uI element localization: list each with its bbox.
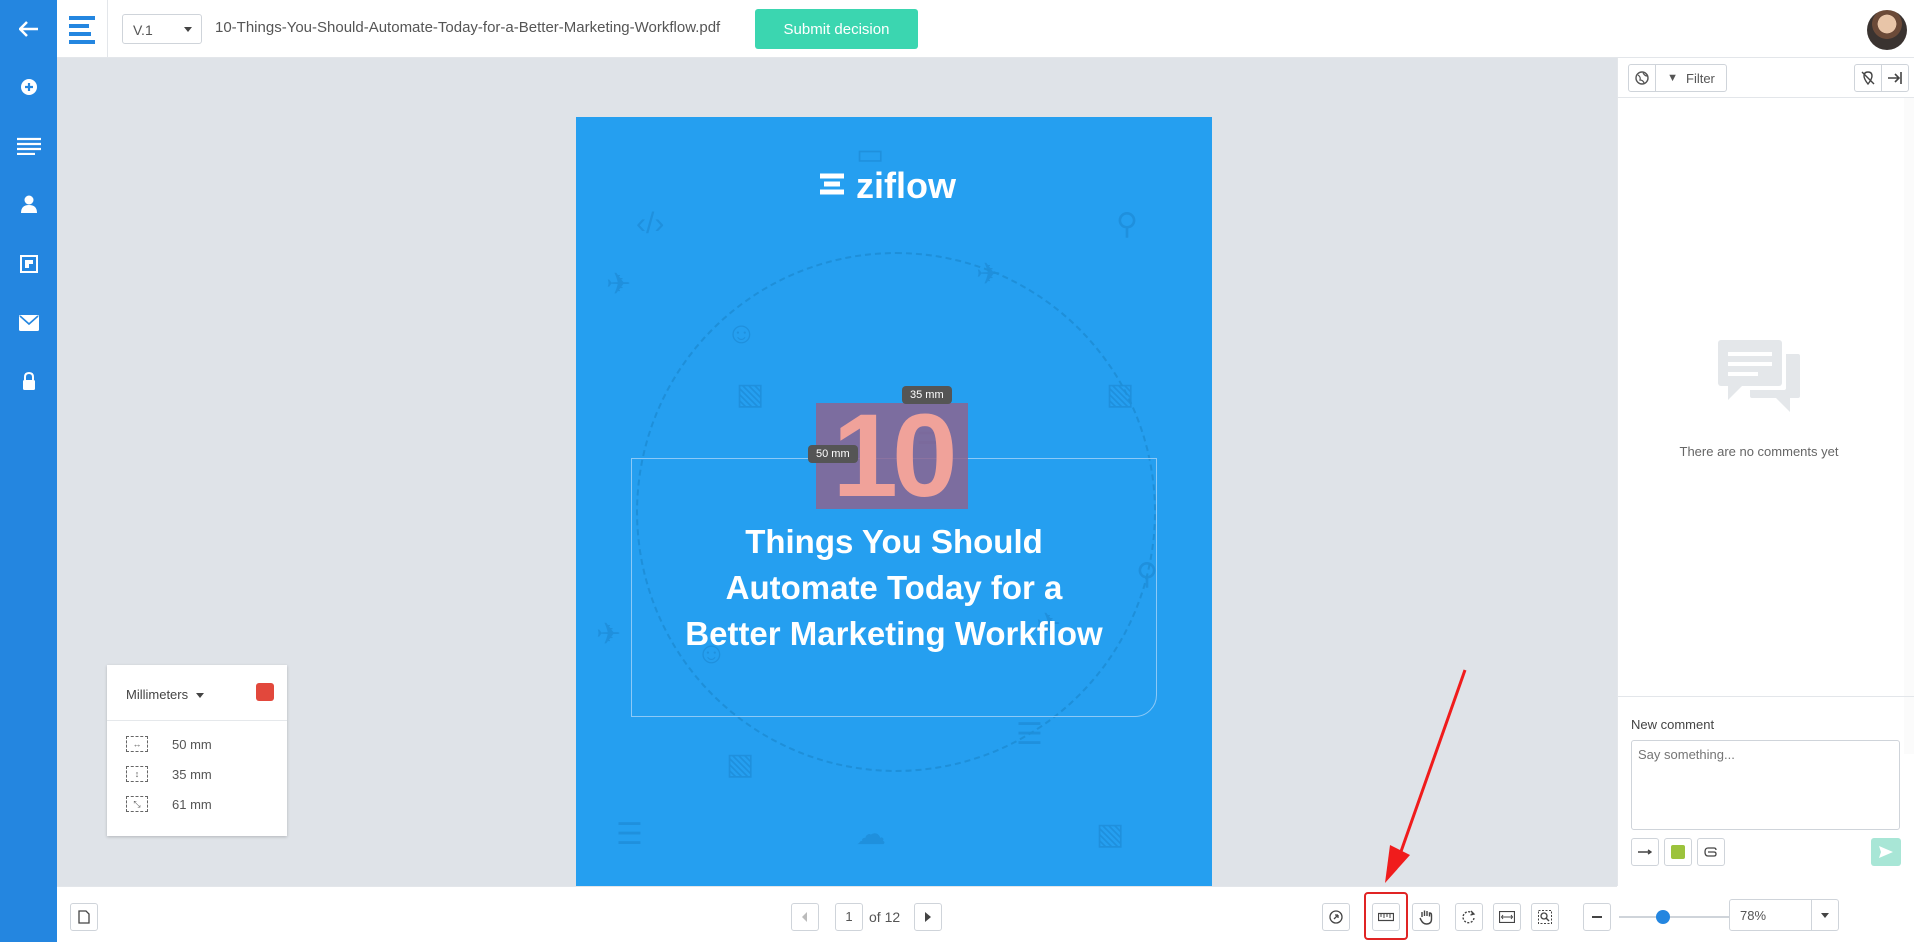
- send-icon: [1879, 846, 1893, 858]
- arrow-tool-button[interactable]: [1631, 838, 1659, 866]
- empty-comments-text: There are no comments yet: [1679, 444, 1839, 459]
- measure-height-value: 35 mm: [172, 766, 212, 782]
- brand-name: ziflow: [856, 165, 956, 206]
- new-comment-section: New comment: [1618, 696, 1914, 835]
- minus-icon: [1592, 916, 1602, 918]
- measure-row-height: ↕ 35 mm: [107, 759, 287, 789]
- mail-icon[interactable]: [0, 303, 57, 343]
- measure-width-tag: 50 mm: [808, 445, 858, 463]
- attach-button[interactable]: [1697, 838, 1725, 866]
- submit-decision-button[interactable]: Submit decision: [755, 9, 918, 49]
- left-nav-rail: [0, 0, 57, 942]
- measure-width-value: 50 mm: [172, 736, 212, 752]
- new-comment-label: New comment: [1631, 717, 1715, 732]
- ziflow-logo-icon: [69, 16, 95, 44]
- width-measure-icon: ↔: [126, 736, 148, 752]
- measure-row-diagonal: ⤡ 61 mm: [107, 789, 287, 819]
- chevron-down-icon: [196, 693, 205, 699]
- document-icon: [78, 910, 90, 924]
- measure-tool-button[interactable]: [1372, 903, 1400, 931]
- globe-button[interactable]: [1628, 64, 1656, 92]
- add-icon[interactable]: [0, 67, 57, 107]
- measure-height-tag: 35 mm: [902, 386, 952, 404]
- color-swatch: [1671, 845, 1685, 859]
- zoom-area-button[interactable]: [1531, 903, 1559, 931]
- measurement-panel: Millimeters ↔ 50 mm ↕ 35 mm ⤡ 61 mm: [107, 665, 287, 836]
- paperclip-icon: [1704, 847, 1717, 857]
- chevron-down-icon: [1821, 913, 1829, 918]
- hide-pins-button[interactable]: [1854, 64, 1882, 92]
- document-page[interactable]: ✈ ✈ ⚲ ‹/› ▭ ☺ ▧ ▧ ☰ ✈ ☺ ✈ ⚲ ☰ ☁ ▧ ☰ ▧ ‹/…: [576, 117, 1212, 940]
- page-number-input[interactable]: 1: [835, 903, 863, 931]
- ziflow-brand-icon: [820, 173, 844, 195]
- zoom-slider-handle[interactable]: [1656, 910, 1671, 924]
- pin-off-icon: [1861, 71, 1875, 85]
- zoom-area-icon: [1538, 910, 1552, 924]
- measure-diagonal-value: 61 mm: [172, 796, 212, 812]
- line-arrow-icon: [1638, 849, 1652, 855]
- collapse-arrow-icon: [1888, 72, 1902, 84]
- next-page-button[interactable]: [914, 903, 942, 931]
- ruler-icon: [1378, 912, 1394, 922]
- document-viewer: ✈ ✈ ⚲ ‹/› ▭ ☺ ▧ ▧ ☰ ✈ ☺ ✈ ⚲ ☰ ☁ ▧ ☰ ▧ ‹/…: [57, 58, 1617, 940]
- headline-line: Automate Today for a: [725, 569, 1063, 606]
- previous-page-button[interactable]: [791, 903, 819, 931]
- back-arrow-icon[interactable]: [0, 9, 57, 49]
- chat-bubbles-icon: [1718, 340, 1800, 412]
- collapse-panel-button[interactable]: [1881, 64, 1909, 92]
- chevron-right-icon: [925, 912, 931, 922]
- cursor-circle-icon: [1329, 910, 1343, 924]
- headline-line: Better Marketing Workflow: [685, 615, 1103, 652]
- page-total-label: of 12: [869, 909, 901, 925]
- unit-select[interactable]: Millimeters: [107, 665, 287, 721]
- zoom-out-button[interactable]: [1583, 903, 1611, 931]
- zoom-value: 78%: [1740, 908, 1767, 923]
- list-icon[interactable]: [0, 126, 57, 166]
- comments-panel: ▼ Filter There are no comments yet New c…: [1617, 58, 1914, 886]
- fit-page-button[interactable]: [1493, 903, 1521, 931]
- avatar[interactable]: [1867, 10, 1907, 50]
- filter-button[interactable]: ▼ Filter: [1655, 64, 1727, 92]
- send-button[interactable]: [1871, 838, 1901, 866]
- chevron-left-icon: [802, 912, 807, 922]
- funnel-icon: ▼: [1667, 72, 1678, 84]
- fit-screen-icon: [1499, 911, 1515, 923]
- measure-row-width: ↔ 50 mm: [107, 729, 287, 759]
- version-value: V.1: [133, 22, 153, 38]
- version-select[interactable]: V.1: [122, 14, 202, 44]
- bottom-toolbar: 1 of 12: [57, 886, 1785, 942]
- height-measure-icon: ↕: [126, 766, 148, 782]
- page-headline: Things You Should Automate Today for a B…: [631, 519, 1157, 657]
- diagonal-measure-icon: ⤡: [126, 796, 148, 812]
- comment-color-button[interactable]: [1664, 838, 1692, 866]
- chevron-down-icon: [184, 27, 192, 32]
- top-bar: V.1 10-Things-You-Should-Automate-Today-…: [57, 0, 1914, 58]
- file-name: 10-Things-You-Should-Automate-Today-for-…: [215, 19, 721, 36]
- zoom-select[interactable]: 78%: [1729, 899, 1839, 931]
- measure-color-swatch[interactable]: [256, 683, 274, 701]
- zoom-select-divider: [1811, 900, 1812, 930]
- ziflow-brand: ziflow: [818, 165, 956, 207]
- pan-tool-button[interactable]: [1412, 903, 1440, 931]
- comments-header: ▼ Filter: [1618, 58, 1914, 98]
- user-icon[interactable]: [0, 184, 57, 224]
- comments-scrollbar[interactable]: [1904, 98, 1914, 754]
- headline-line: Things You Should: [745, 523, 1043, 560]
- lock-icon[interactable]: [0, 361, 57, 401]
- rotate-button[interactable]: [1455, 903, 1483, 931]
- hand-icon: [1419, 910, 1433, 925]
- select-tool-button[interactable]: [1322, 903, 1350, 931]
- comment-input[interactable]: [1631, 740, 1900, 830]
- app-logo[interactable]: [57, 0, 108, 58]
- filter-label: Filter: [1686, 70, 1715, 86]
- globe-icon: [1635, 71, 1649, 85]
- compare-icon[interactable]: [0, 244, 57, 284]
- page-thumbnails-button[interactable]: [70, 903, 98, 931]
- unit-label: Millimeters: [126, 687, 189, 702]
- rotate-icon: [1462, 910, 1476, 924]
